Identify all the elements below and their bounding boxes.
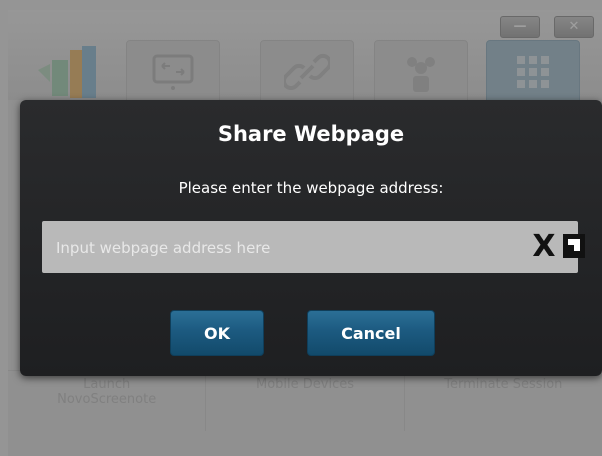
paste-icon[interactable]	[562, 233, 586, 259]
ok-button[interactable]: OK	[170, 310, 264, 356]
share-webpage-dialog: Share Webpage Please enter the webpage a…	[20, 100, 602, 376]
url-field-container: X	[42, 221, 585, 275]
webpage-address-input[interactable]	[54, 221, 498, 275]
cancel-button[interactable]: Cancel	[307, 310, 435, 356]
clear-icon[interactable]: X	[529, 231, 559, 263]
dialog-title: Share Webpage	[217, 122, 405, 146]
dialog-prompt: Please enter the webpage address:	[178, 179, 444, 197]
